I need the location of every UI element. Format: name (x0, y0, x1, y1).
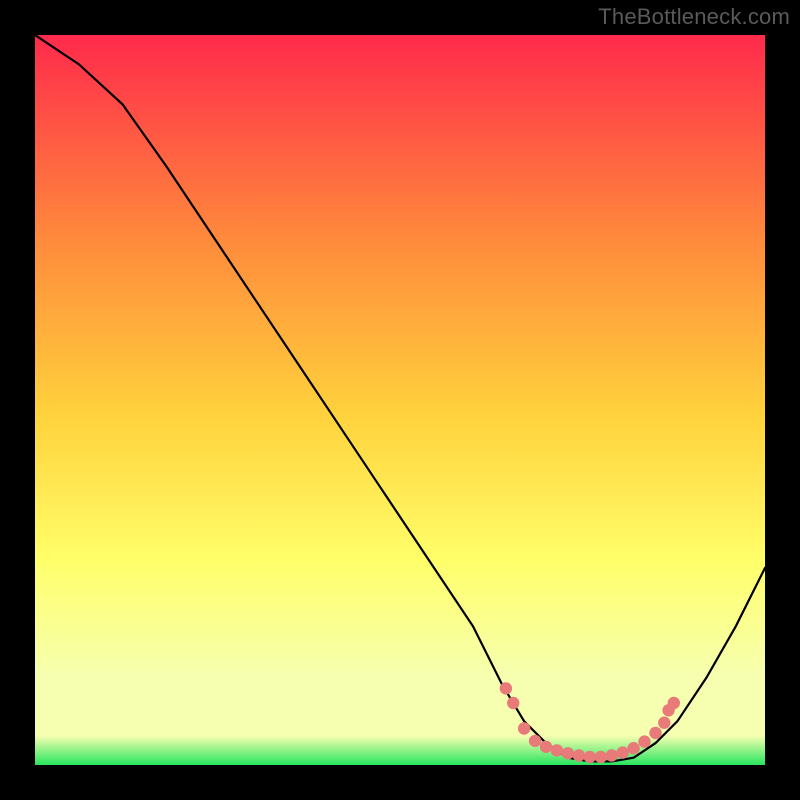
optimal-marker (540, 741, 552, 753)
optimal-marker (584, 751, 596, 763)
chart-svg (35, 35, 765, 765)
optimal-marker (595, 751, 607, 763)
optimal-marker (617, 746, 629, 758)
optimal-marker (638, 735, 650, 747)
optimal-marker (507, 697, 519, 709)
gradient-background (35, 35, 765, 765)
plot-area (35, 35, 765, 765)
watermark-text: TheBottleneck.com (598, 4, 790, 30)
optimal-marker (518, 722, 530, 734)
optimal-marker (627, 742, 639, 754)
optimal-marker (668, 697, 680, 709)
optimal-marker (606, 749, 618, 761)
optimal-marker (562, 747, 574, 759)
optimal-marker (573, 749, 585, 761)
optimal-marker (551, 744, 563, 756)
optimal-marker (529, 735, 541, 747)
chart-frame: TheBottleneck.com (0, 0, 800, 800)
optimal-marker (500, 682, 512, 694)
optimal-marker (658, 717, 670, 729)
optimal-marker (649, 727, 661, 739)
